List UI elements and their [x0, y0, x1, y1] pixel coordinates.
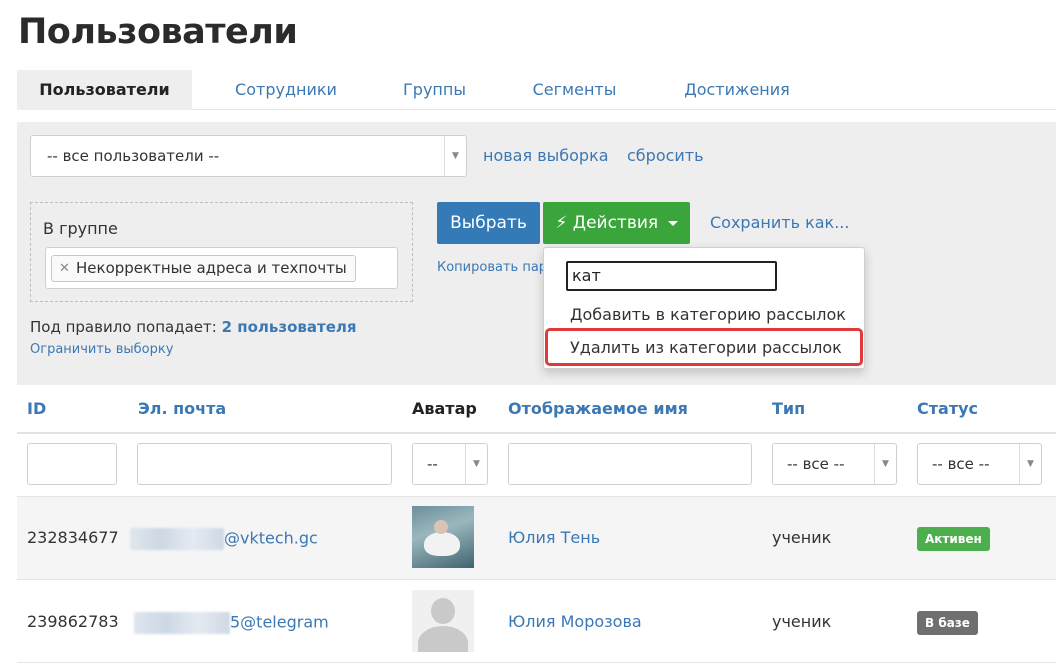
remove-tag-icon[interactable]: ✕: [59, 256, 70, 281]
actions-button[interactable]: ⚡ Действия: [543, 202, 690, 244]
redacted-email-prefix: [134, 612, 230, 634]
col-avatar: Аватар: [412, 399, 477, 418]
save-as-link[interactable]: Сохранить как...: [710, 213, 849, 232]
chevron-down-icon: ▼: [465, 444, 487, 484]
default-avatar-icon[interactable]: [412, 590, 474, 652]
avatar[interactable]: [412, 506, 474, 568]
cell-email-domain: @vktech.gc: [224, 528, 318, 548]
rule-count: Под правило попадает: 2 пользователя: [30, 318, 357, 336]
avatar-silhouette-head: [431, 598, 455, 624]
filter-avatar-select[interactable]: -- ▼: [412, 443, 488, 485]
status-badge: В базе: [917, 611, 978, 635]
tab-groups[interactable]: Группы: [387, 70, 482, 110]
filter-email-input[interactable]: [137, 443, 392, 485]
avatar-photo-head: [434, 520, 448, 534]
rule-count-value[interactable]: 2 пользователя: [222, 318, 357, 336]
select-button[interactable]: Выбрать: [437, 202, 540, 244]
selection-value: -- все пользователи --: [47, 147, 220, 165]
cell-email[interactable]: @vktech.gc: [130, 528, 318, 550]
filter-id-input[interactable]: [27, 443, 117, 485]
cell-email[interactable]: 5@telegram: [134, 612, 329, 634]
limit-selection-link[interactable]: Ограничить выборку: [30, 342, 173, 357]
cell-type: ученик: [772, 612, 832, 631]
tab-employees[interactable]: Сотрудники: [217, 70, 355, 110]
cell-id: 232834677: [27, 528, 119, 547]
col-email[interactable]: Эл. почта: [138, 399, 226, 418]
filter-name-input[interactable]: [508, 443, 752, 485]
filter-status-value: -- все --: [932, 455, 990, 473]
chevron-down-icon: ▼: [874, 444, 896, 484]
page-title: Пользователи: [18, 12, 298, 52]
actions-button-label: Действия: [572, 213, 659, 233]
tab-users[interactable]: Пользователи: [17, 70, 192, 110]
dropdown-item-add-category[interactable]: Добавить в категорию рассылок: [570, 305, 846, 324]
tabs: Пользователи Сотрудники Группы Сегменты …: [17, 70, 1056, 110]
filter-type-value: -- все --: [787, 455, 845, 473]
caret-down-icon: [667, 220, 678, 226]
new-selection-link[interactable]: новая выборка: [483, 146, 609, 165]
tab-segments[interactable]: Сегменты: [517, 70, 632, 110]
cell-type: ученик: [772, 528, 832, 547]
reset-link[interactable]: сбросить: [627, 146, 704, 165]
group-tag: ✕ Некорректные адреса и техпочты: [51, 255, 356, 282]
dropdown-search-input[interactable]: кат: [566, 261, 777, 291]
avatar-silhouette-body: [418, 626, 468, 652]
rule-count-prefix: Под правило попадает:: [30, 318, 217, 336]
selection-select[interactable]: -- все пользователи -- ▼: [30, 135, 467, 177]
header-divider: [17, 432, 1056, 434]
cell-id: 239862783: [27, 612, 119, 631]
chevron-down-icon: ▼: [1019, 444, 1041, 484]
col-display-name[interactable]: Отображаемое имя: [508, 399, 688, 418]
redacted-email-prefix: [130, 528, 224, 550]
cell-email-domain: 5@telegram: [230, 612, 329, 632]
rule-label: В группе: [43, 219, 118, 238]
cell-display-name[interactable]: Юлия Тень: [508, 528, 600, 547]
dropdown-item-remove-category[interactable]: Удалить из категории рассылок: [570, 338, 842, 357]
col-status[interactable]: Статус: [917, 399, 978, 418]
chevron-down-icon: ▼: [444, 136, 466, 176]
avatar-photo-figure: [424, 532, 460, 556]
tab-achievements[interactable]: Достижения: [672, 70, 802, 110]
copy-params-link[interactable]: Копировать пара: [437, 260, 545, 275]
filter-type-select[interactable]: -- все -- ▼: [772, 443, 897, 485]
filter-status-select[interactable]: -- все -- ▼: [917, 443, 1042, 485]
col-id[interactable]: ID: [27, 399, 46, 418]
group-tag-label: Некорректные адреса и техпочты: [76, 259, 347, 277]
filter-avatar-value: --: [427, 455, 438, 473]
cell-display-name[interactable]: Юлия Морозова: [508, 612, 642, 631]
group-tag-input[interactable]: ✕ Некорректные адреса и техпочты: [45, 247, 398, 289]
status-badge: Активен: [917, 527, 990, 551]
lightning-icon: ⚡: [555, 213, 568, 233]
col-type[interactable]: Тип: [772, 399, 805, 418]
